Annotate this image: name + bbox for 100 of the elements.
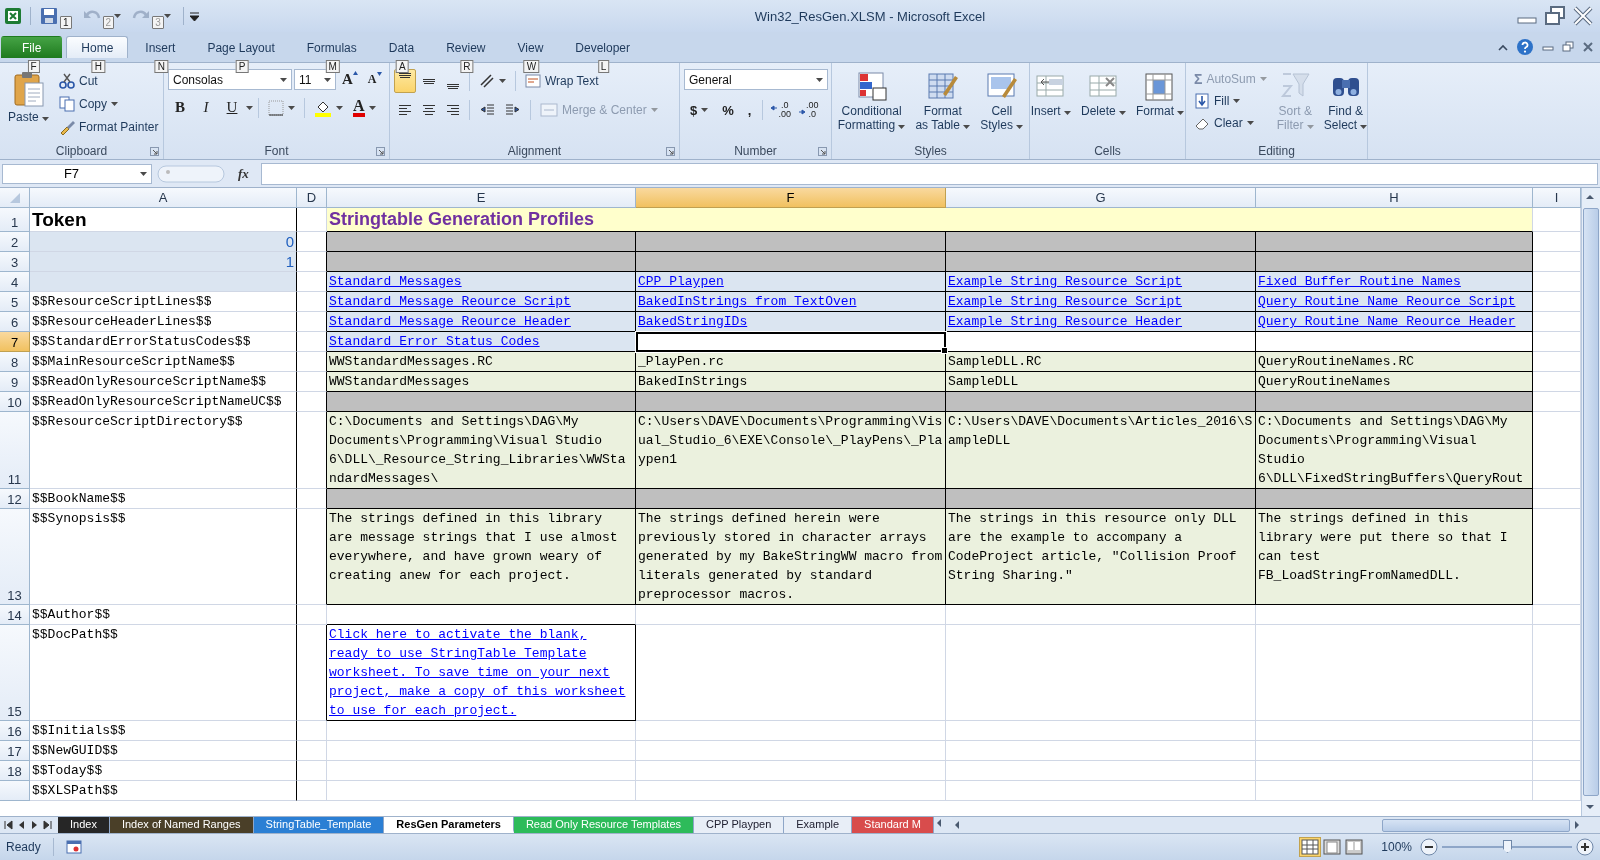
collapse-ribbon-icon[interactable] [1498,43,1508,51]
link[interactable]: Query Routine Name Reource Script [1258,294,1516,309]
ribbon-tab[interactable]: Data [373,36,430,58]
row-header[interactable]: 11 [0,412,30,489]
column-header[interactable]: A [30,188,297,208]
row-header[interactable]: 4 [0,272,30,292]
sheet-tab[interactable]: Index [58,817,110,833]
dialog-launcher-icon[interactable] [666,147,675,156]
column-header[interactable]: F [636,188,946,208]
ribbon-tab[interactable]: Insert [130,36,191,58]
format-painter-button[interactable]: Format Painter [55,117,163,137]
format-cells-button[interactable]: Format [1132,69,1189,119]
cell-styles-button[interactable]: Cell Styles [976,69,1028,133]
row-header[interactable]: 13 [0,509,30,605]
dialog-launcher-icon[interactable] [150,147,159,156]
link[interactable]: BakedStringIDs [638,314,748,329]
ribbon-tab[interactable]: Home [66,36,129,58]
top-align-button[interactable] [394,69,416,93]
find-select-button[interactable]: Find & Select [1319,69,1372,133]
page-layout-view-button[interactable] [1321,837,1344,857]
percent-button[interactable]: % [716,100,740,120]
link[interactable]: Standard Message Reource Script [329,294,571,309]
grow-font-button[interactable]: A [338,69,362,90]
number-format-field[interactable]: General [684,69,828,90]
column-header[interactable]: D [297,188,327,208]
link[interactable]: Click here to activate the blank, ready to use StringTable Template worksheet. To save time on your next project, make a copy of this worksheet to use for each project. [329,625,633,720]
sheet-tab[interactable]: Standard M [852,817,934,833]
link[interactable]: Example String Resource Header [948,314,1183,329]
zoom-slider[interactable] [1442,840,1572,854]
delete-cells-button[interactable]: Delete [1077,69,1130,119]
link[interactable]: CPP Playpen [638,274,724,289]
sheet-tab[interactable]: Example [784,817,853,833]
formula-input[interactable] [260,162,1598,185]
row-header[interactable]: 6 [0,312,30,332]
cut-button[interactable]: Cut [55,71,163,91]
sheet-tab[interactable]: Index of Named Ranges [109,817,254,833]
link[interactable]: Fixed Buffer Routine Names [1258,274,1461,289]
help-icon[interactable] [1516,38,1534,56]
page-break-view-button[interactable] [1343,837,1366,857]
insert-cells-button[interactable]: Insert [1026,69,1075,119]
link[interactable]: Example String Resource Script [948,294,1183,309]
column-header[interactable]: I [1533,188,1581,208]
ribbon-tab[interactable]: View [502,36,559,58]
fill-handle[interactable] [941,347,948,354]
save-icon[interactable] [39,6,59,26]
row-header[interactable]: 12 [0,489,30,509]
row-header[interactable]: 2 [0,232,30,252]
format-as-table-button[interactable]: Format as Table [911,69,975,133]
close-icon[interactable] [1572,6,1594,26]
fill-button[interactable]: Fill [1190,91,1271,111]
row-header[interactable]: 15 [0,625,30,721]
restore-icon[interactable] [1562,41,1574,53]
link[interactable]: Standard Messages [329,274,462,289]
row-header[interactable]: 1 [0,208,30,232]
link[interactable]: BakedInStrings from TextOven [638,294,857,309]
copy-button[interactable]: Copy [55,94,163,114]
sheet-tab[interactable]: ResGen Parameters [384,817,514,833]
font-name-field[interactable]: Consolas [168,69,292,90]
row-header[interactable]: 17 [0,741,30,761]
row-header[interactable]: 18 [0,761,30,781]
first-sheet-icon[interactable] [4,820,13,830]
record-macro-icon[interactable] [65,840,82,854]
row-header[interactable]: 14 [0,605,30,625]
wrap-text-button[interactable]: Wrap Text [521,71,603,91]
link[interactable]: Standard Message Reource Header [329,314,571,329]
clear-button[interactable]: Clear [1190,113,1271,133]
decrease-decimal-button[interactable]: .00 .0 [795,98,822,122]
sheet-tab[interactable]: CPP Playpen [694,817,785,833]
ribbon-tab[interactable]: Formulas [291,36,372,58]
row-header[interactable]: 8 [0,352,30,372]
italic-button[interactable]: I [194,97,218,118]
vertical-scrollbar[interactable] [1581,188,1600,816]
comma-button[interactable]: , [741,100,758,120]
bold-button[interactable]: B [168,97,192,118]
increase-decimal-button[interactable]: .0 .00 [768,98,794,122]
column-header[interactable]: G [946,188,1256,208]
dialog-launcher-icon[interactable] [818,147,827,156]
normal-view-button[interactable] [1299,837,1322,857]
underline-button[interactable]: U [220,97,244,118]
close-icon[interactable] [1582,41,1594,53]
font-size-field[interactable]: 11 [294,69,336,90]
column-header[interactable]: H [1256,188,1533,208]
ribbon-tab[interactable]: File [1,36,63,58]
link[interactable]: Standard Error Status Codes [329,334,540,349]
dialog-launcher-icon[interactable] [376,147,385,156]
shrink-font-button[interactable]: A [363,70,386,89]
slider-thumb[interactable] [1503,840,1512,853]
sheet-tab[interactable]: StringTable_Template [253,817,385,833]
link[interactable]: Example String Resource Script [948,274,1183,289]
restore-icon[interactable] [1544,6,1566,26]
next-sheet-icon[interactable] [30,820,39,830]
ribbon-tab[interactable]: Developer [560,36,645,58]
currency-button[interactable]: $ [684,100,715,120]
scroll-right-icon[interactable] [1572,819,1582,831]
link[interactable]: Query Routine Name Reource Header [1258,314,1516,329]
row-header[interactable]: 3 [0,252,30,272]
name-box[interactable]: F7 [2,163,152,184]
previous-sheet-icon[interactable] [17,820,26,830]
insert-function-button[interactable]: fx [230,165,257,182]
zoom-in-icon[interactable] [1576,838,1594,856]
